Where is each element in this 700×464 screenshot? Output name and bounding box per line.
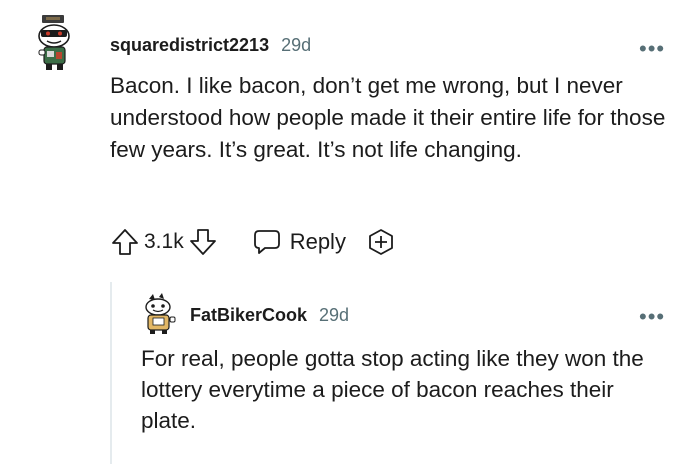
speech-bubble-icon <box>253 230 280 254</box>
upvote-arrow-icon <box>112 229 138 255</box>
downvote-button[interactable] <box>188 227 218 257</box>
comment-meta: FatBikerCook 29d <box>190 305 349 326</box>
comment-body: Bacon. I like bacon, don’t get me wrong,… <box>110 73 666 162</box>
snoo-avatar-icon <box>38 15 70 70</box>
timestamp: 29d <box>319 305 350 325</box>
vote-count: 3.1k <box>144 230 184 253</box>
avatar[interactable] <box>36 14 78 72</box>
downvote-arrow-icon <box>189 229 216 255</box>
avatar[interactable] <box>143 293 179 335</box>
comment-meta: squaredistrict2213 29d <box>110 35 311 56</box>
award-button[interactable] <box>366 227 396 257</box>
username[interactable]: FatBikerCook <box>190 305 307 326</box>
reply-button[interactable]: Reply <box>252 228 346 256</box>
upvote-button[interactable] <box>110 227 140 257</box>
comment-body: For real, people gotta stop acting like … <box>141 346 644 433</box>
comment-thread: squaredistrict2213 29d ••• Bacon. I like… <box>0 0 700 464</box>
reply-label: Reply <box>289 229 346 254</box>
more-options-button[interactable]: ••• <box>639 38 665 60</box>
more-options-button[interactable]: ••• <box>639 306 665 328</box>
award-plus-icon <box>369 229 393 255</box>
timestamp: 29d <box>281 35 312 55</box>
comment-actions: 3.1k Reply <box>110 225 396 259</box>
more-options-icon: ••• <box>639 36 666 61</box>
more-options-icon: ••• <box>639 304 666 329</box>
thread-line[interactable] <box>110 282 112 464</box>
username[interactable]: squaredistrict2213 <box>110 35 269 56</box>
snoo-avatar-icon <box>145 293 176 334</box>
